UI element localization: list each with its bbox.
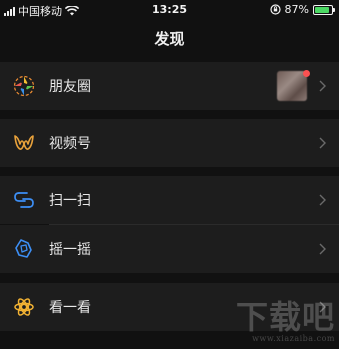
chevron-right-icon	[319, 137, 326, 149]
chevron-right-icon	[319, 194, 326, 206]
chevron-right-icon	[319, 80, 326, 92]
battery-icon	[313, 4, 335, 15]
top-stories-icon	[12, 295, 36, 319]
menu-item-label: 视频号	[49, 136, 91, 152]
battery-level-fill	[315, 6, 329, 13]
menu-item-scan[interactable]: 扫一扫	[0, 176, 339, 224]
status-right: 87%	[269, 3, 335, 16]
scan-icon	[12, 188, 36, 212]
menu-item-label: 朋友圈	[49, 79, 91, 95]
menu-item-label: 扫一扫	[49, 193, 91, 209]
watermark-main: 下载吧	[235, 298, 335, 336]
notification-badge	[303, 70, 310, 77]
chevron-right-icon	[319, 243, 326, 255]
watermark: 下载吧 www.xiazaiba.com	[236, 300, 335, 343]
menu-item-shake[interactable]: 摇一摇	[0, 225, 339, 273]
moments-thumbnail	[277, 71, 307, 101]
battery-percent: 87%	[284, 3, 309, 16]
discover-screen: 中国移动 13:25 87% 发现 朋友圈 视频号 扫一扫 摇一摇 看一看 下载…	[0, 0, 339, 349]
page-title: 发现	[154, 30, 185, 48]
shake-icon	[12, 237, 36, 261]
channels-icon	[12, 131, 36, 155]
menu-item-channels[interactable]: 视频号	[0, 119, 339, 167]
status-bar: 中国移动 13:25 87%	[0, 0, 339, 20]
orientation-lock-icon	[269, 4, 281, 15]
moments-icon	[12, 74, 36, 98]
menu-item-moments[interactable]: 朋友圈	[0, 62, 339, 110]
menu-item-label: 看一看	[49, 300, 91, 316]
menu-item-label: 摇一摇	[49, 242, 91, 258]
